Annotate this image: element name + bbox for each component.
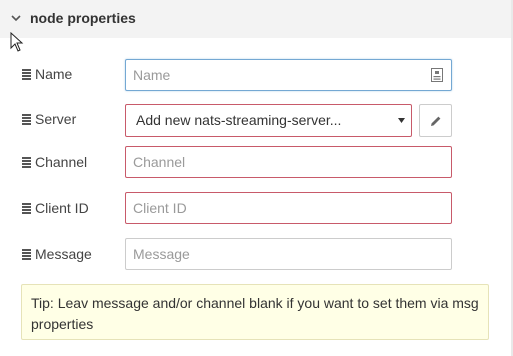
edit-server-button[interactable] xyxy=(419,104,452,137)
client-id-label: Client ID xyxy=(22,199,89,217)
client-id-input[interactable]: Client ID xyxy=(125,192,452,224)
server-selected-value: Add new nats-streaming-server... xyxy=(136,112,342,128)
client-id-placeholder: Client ID xyxy=(133,200,187,216)
name-input[interactable]: Name xyxy=(125,59,452,91)
name-label: Name xyxy=(22,65,72,83)
list-icon xyxy=(22,248,31,260)
tip-box: Tip: Leav message and/or channel blank i… xyxy=(21,284,489,340)
list-icon xyxy=(22,202,31,214)
name-label-text: Name xyxy=(35,66,73,82)
node-properties-header[interactable]: node properties xyxy=(0,0,513,38)
caret-down-icon xyxy=(398,118,405,123)
channel-label-text: Channel xyxy=(35,154,88,170)
chevron-down-icon[interactable] xyxy=(10,12,22,24)
client-id-label-text: Client ID xyxy=(35,200,89,216)
channel-placeholder: Channel xyxy=(133,154,186,170)
message-input[interactable]: Message xyxy=(125,238,452,270)
message-label: Message xyxy=(22,245,92,263)
pencil-icon xyxy=(431,116,441,126)
server-select[interactable]: Add new nats-streaming-server... xyxy=(125,104,412,137)
list-icon xyxy=(22,156,31,168)
list-icon xyxy=(22,68,31,80)
mouse-cursor-icon xyxy=(10,32,24,52)
message-label-text: Message xyxy=(35,246,92,262)
channel-input[interactable]: Channel xyxy=(125,146,452,178)
section-title: node properties xyxy=(30,10,136,26)
server-label: Server xyxy=(22,110,76,128)
document-icon[interactable] xyxy=(431,68,443,82)
channel-label: Channel xyxy=(22,153,87,171)
tip-text: Tip: Leav message and/or channel blank i… xyxy=(31,295,479,332)
server-label-text: Server xyxy=(35,111,77,127)
message-placeholder: Message xyxy=(133,246,190,262)
name-placeholder: Name xyxy=(133,67,171,83)
list-icon xyxy=(22,113,31,125)
